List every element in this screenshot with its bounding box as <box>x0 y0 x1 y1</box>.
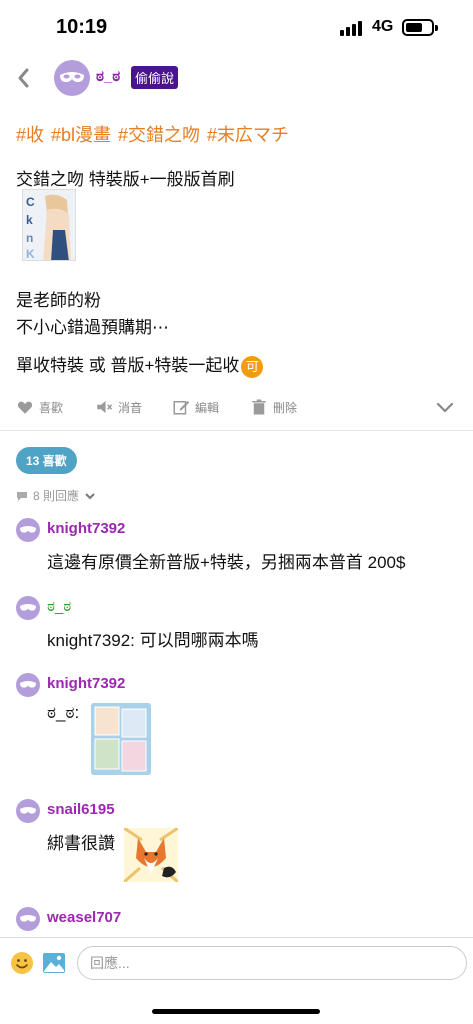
post-actions: 喜歡 消音 編輯 刪除 <box>0 398 473 422</box>
anonymous-badge: 偷偷說 <box>131 66 179 89</box>
svg-text:n: n <box>26 231 33 245</box>
commenter-avatar[interactable] <box>16 799 40 823</box>
post-text-line: 是老師的粉 <box>16 291 101 310</box>
reply-bar <box>0 937 473 987</box>
edit-button[interactable]: 編輯 <box>172 398 219 416</box>
commenter-name[interactable]: ಠ_ಠ <box>47 598 71 615</box>
image-upload-icon[interactable] <box>42 951 66 975</box>
svg-text:K: K <box>26 247 35 261</box>
post-header: ಠ_ಠ 偷偷說 <box>0 56 473 100</box>
like-button[interactable]: 喜歡 <box>16 398 63 416</box>
commenter-avatar[interactable] <box>16 673 40 697</box>
post-text: 單收特裝 或 普版+特裝一起收 <box>16 356 240 375</box>
commenter-name[interactable]: knight7392 <box>47 675 125 692</box>
heart-icon <box>17 401 33 414</box>
status-bar: 10:19 4G <box>0 0 473 56</box>
comment-text: 綁書很讚 <box>47 834 115 853</box>
divider <box>0 430 473 431</box>
reply-count-toggle[interactable]: 8 則回應 <box>16 487 96 504</box>
emoji-icon[interactable] <box>10 951 34 975</box>
commenter-name[interactable]: weasel707 <box>47 909 121 926</box>
edit-icon <box>173 401 190 415</box>
commenter-avatar[interactable] <box>16 907 40 931</box>
chevron-down-icon <box>85 492 95 499</box>
commenter-avatar[interactable] <box>16 596 40 620</box>
delete-button[interactable]: 刪除 <box>250 398 297 416</box>
status-time: 10:19 <box>56 16 108 38</box>
comment-text: knight7392: 可以問哪兩本嗎 <box>47 631 259 650</box>
commenter-name[interactable]: snail6195 <box>47 801 115 818</box>
network-type: 4G <box>372 18 394 35</box>
commenter-name[interactable]: knight7392 <box>47 520 125 537</box>
comment-text: 這邊有原價全新普版+特裝，另捆兩本普首 200$ <box>47 553 406 572</box>
comment-photo[interactable] <box>91 703 151 775</box>
coin-icon: 可 <box>241 355 264 378</box>
chevron-down-icon[interactable] <box>435 400 455 416</box>
reply-input[interactable] <box>77 946 467 980</box>
post-text-line: 單收特裝 或 普版+特裝一起收可 <box>16 351 264 378</box>
battery-icon <box>402 19 438 36</box>
svg-text:k: k <box>26 213 33 227</box>
commenter-avatar[interactable] <box>16 518 40 542</box>
trash-icon <box>252 399 266 415</box>
book-cover-image[interactable]: C k n K <box>22 189 76 261</box>
author-name[interactable]: ಠ_ಠ <box>96 68 120 85</box>
likes-count-pill[interactable]: 13 喜歡 <box>16 447 77 474</box>
author-avatar[interactable] <box>54 60 90 96</box>
comment-bubble-icon <box>17 491 27 501</box>
post-text-line: 不小心錯過預購期⋯ <box>16 318 169 337</box>
back-chevron-icon[interactable] <box>12 64 36 92</box>
post-title: 交錯之吻 特裝版+一般版首刷 <box>16 170 235 189</box>
svg-text:C: C <box>26 195 35 209</box>
fox-sticker[interactable] <box>124 828 178 882</box>
signal-icon <box>340 20 366 36</box>
mute-button[interactable]: 消音 <box>95 398 142 416</box>
home-indicator <box>152 1009 320 1014</box>
comment-text: ಠ_ಠ: <box>47 703 80 722</box>
speaker-mute-icon <box>97 401 113 413</box>
post-tags[interactable]: #收 #bl漫畫 #交錯之吻 #末広マチ <box>16 121 289 147</box>
